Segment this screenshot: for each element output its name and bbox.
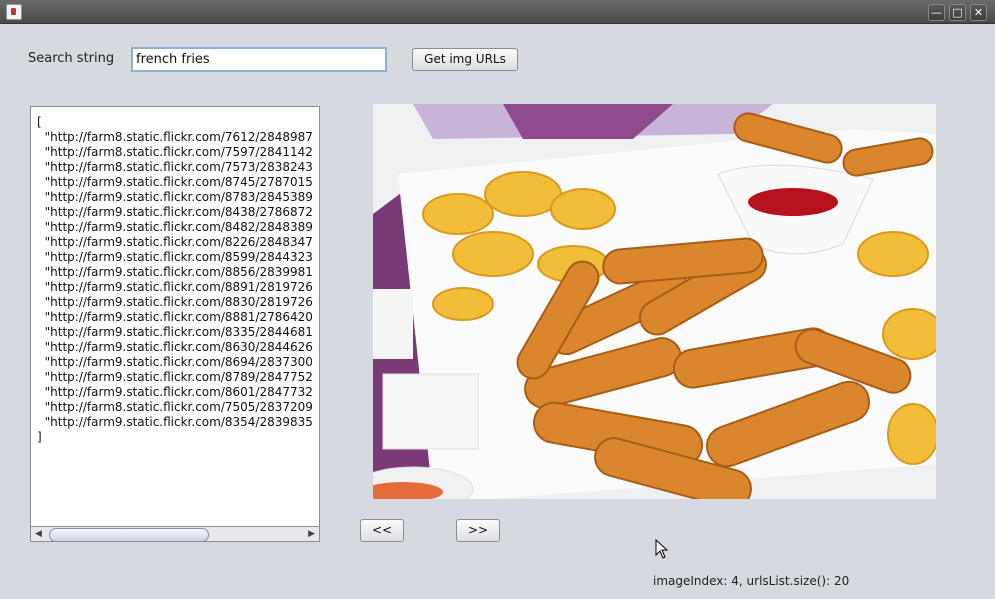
url-list-item: "http://farm9.static.flickr.com/8694/283…: [37, 355, 313, 369]
url-list-item: "http://farm9.static.flickr.com/8482/284…: [37, 220, 313, 234]
list-open-bracket: [: [37, 115, 42, 129]
url-list-item: "http://farm9.static.flickr.com/8783/284…: [37, 190, 313, 204]
url-list-item: "http://farm8.static.flickr.com/7612/284…: [37, 130, 313, 144]
url-list-item: "http://farm9.static.flickr.com/8226/284…: [37, 235, 313, 249]
url-list-item: "http://farm9.static.flickr.com/8335/284…: [37, 325, 313, 339]
search-input[interactable]: french fries: [131, 47, 387, 72]
status-label: imageIndex: 4, urlsList.size(): 20: [653, 574, 850, 588]
url-list-item: "http://farm9.static.flickr.com/8856/283…: [37, 265, 313, 279]
horizontal-scrollbar[interactable]: ◀ ▶: [30, 526, 320, 542]
url-list-item: "http://farm9.static.flickr.com/8601/284…: [37, 385, 313, 399]
url-list-text: [ "http://farm8.static.flickr.com/7612/2…: [37, 115, 313, 445]
url-list-item: "http://farm8.static.flickr.com/7505/283…: [37, 400, 313, 414]
food-image: [373, 104, 936, 499]
get-img-urls-button[interactable]: Get img URLs: [412, 48, 518, 71]
url-list-item: "http://farm9.static.flickr.com/8830/281…: [37, 295, 313, 309]
url-list-item: "http://farm9.static.flickr.com/8891/281…: [37, 280, 313, 294]
minimize-icon[interactable]: —: [928, 4, 945, 21]
list-close-bracket: ]: [37, 430, 42, 444]
url-list-item: "http://farm9.static.flickr.com/8789/284…: [37, 370, 313, 384]
url-list-item: "http://farm9.static.flickr.com/8354/283…: [37, 415, 313, 429]
scroll-thumb[interactable]: [49, 528, 209, 542]
next-button[interactable]: >>: [456, 519, 500, 542]
url-list-item: "http://farm9.static.flickr.com/8881/278…: [37, 310, 313, 324]
url-list-item: "http://farm8.static.flickr.com/7573/283…: [37, 160, 313, 174]
close-icon[interactable]: ✕: [970, 4, 987, 21]
scroll-right-icon[interactable]: ▶: [308, 529, 315, 539]
url-list-item: "http://farm9.static.flickr.com/8630/284…: [37, 340, 313, 354]
url-list-item: "http://farm9.static.flickr.com/8745/278…: [37, 175, 313, 189]
search-label: Search string: [28, 51, 115, 66]
scroll-left-icon[interactable]: ◀: [35, 529, 42, 539]
url-list-item: "http://farm9.static.flickr.com/8599/284…: [37, 250, 313, 264]
title-bar: — □ ✕: [0, 0, 995, 24]
url-list-item: "http://farm9.static.flickr.com/8438/278…: [37, 205, 313, 219]
java-icon: [6, 4, 22, 20]
prev-button[interactable]: <<: [360, 519, 404, 542]
mouse-cursor-icon: [655, 539, 669, 559]
maximize-icon[interactable]: □: [949, 4, 966, 21]
url-list-textarea[interactable]: [ "http://farm8.static.flickr.com/7612/2…: [30, 106, 320, 542]
url-list-item: "http://farm8.static.flickr.com/7597/284…: [37, 145, 313, 159]
main-panel: Search string french fries Get img URLs …: [0, 24, 995, 599]
